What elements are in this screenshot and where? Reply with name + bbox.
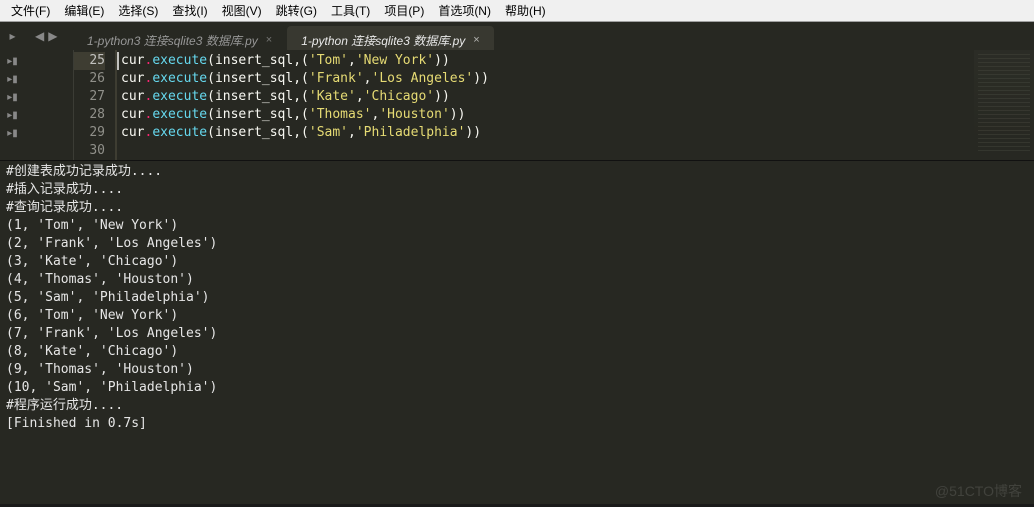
menu-tools[interactable]: 工具(T) <box>324 0 377 21</box>
menu-edit[interactable]: 编辑(E) <box>57 0 111 21</box>
line-number: 30 <box>74 142 105 160</box>
line-number: 27 <box>74 88 105 106</box>
menu-view[interactable]: 视图(V) <box>215 0 269 21</box>
menu-help[interactable]: 帮助(H) <box>498 0 553 21</box>
menu-file[interactable]: 文件(F) <box>4 0 57 21</box>
tab-label: 1-python 连接sqlite3 数据库.py <box>301 32 465 49</box>
minimap[interactable] <box>974 50 1034 158</box>
side-strip <box>25 50 73 160</box>
line-number: 28 <box>74 106 105 124</box>
tab-label: 1-python3 连接sqlite3 数据库.py <box>87 32 258 49</box>
line-number: 29 <box>74 124 105 142</box>
tab-row: ▸ ◀ ▶ 1-python3 连接sqlite3 数据库.py × 1-pyt… <box>0 22 1034 50</box>
folder-expand-icon[interactable]: ▸▮ <box>0 70 25 88</box>
close-icon[interactable]: × <box>473 34 479 46</box>
nav-arrows: ◀ ▶ <box>25 29 73 43</box>
menu-find[interactable]: 查找(I) <box>165 0 214 21</box>
sidebar-toggle-icon[interactable]: ▸ <box>0 22 25 50</box>
menu-project[interactable]: 项目(P) <box>377 0 431 21</box>
line-number: 25 <box>74 52 105 70</box>
code-line[interactable]: cur.execute(insert_sql,('Sam','Philadelp… <box>121 124 1034 142</box>
nav-back-icon[interactable]: ◀ <box>35 29 44 43</box>
code-editor[interactable]: cur.execute(insert_sql,('Tom','New York'… <box>115 50 1034 160</box>
folder-expand-icon[interactable]: ▸▮ <box>0 52 25 70</box>
tab-file-1[interactable]: 1-python3 连接sqlite3 数据库.py × <box>73 26 286 50</box>
tabs: 1-python3 连接sqlite3 数据库.py × 1-python 连接… <box>73 22 495 50</box>
line-number-gutter: 252627282930 <box>73 50 115 160</box>
folder-expand-icon[interactable]: ▸▮ <box>0 88 25 106</box>
code-line[interactable] <box>121 142 1034 160</box>
code-line[interactable]: cur.execute(insert_sql,('Frank','Los Ang… <box>121 70 1034 88</box>
folder-expand-icon[interactable]: ▸▮ <box>0 106 25 124</box>
tab-file-2[interactable]: 1-python 连接sqlite3 数据库.py × <box>287 26 494 50</box>
watermark: @51CTO博客 <box>935 481 1022 501</box>
code-line[interactable]: cur.execute(insert_sql,('Thomas','Housto… <box>121 106 1034 124</box>
code-line[interactable]: cur.execute(insert_sql,('Kate','Chicago'… <box>121 88 1034 106</box>
editor-area: ▸▮ ▸▮ ▸▮ ▸▮ ▸▮ 252627282930 cur.execute(… <box>0 50 1034 160</box>
output-console[interactable]: #创建表成功记录成功.... #插入记录成功.... #查询记录成功.... (… <box>0 160 1034 439</box>
project-folder-column[interactable]: ▸▮ ▸▮ ▸▮ ▸▮ ▸▮ <box>0 50 25 160</box>
nav-forward-icon[interactable]: ▶ <box>48 29 57 43</box>
menu-select[interactable]: 选择(S) <box>111 0 165 21</box>
menu-goto[interactable]: 跳转(G) <box>269 0 324 21</box>
menu-bar: 文件(F) 编辑(E) 选择(S) 查找(I) 视图(V) 跳转(G) 工具(T… <box>0 0 1034 22</box>
close-icon[interactable]: × <box>266 34 272 46</box>
line-number: 26 <box>74 70 105 88</box>
code-line[interactable]: cur.execute(insert_sql,('Tom','New York'… <box>117 52 1034 70</box>
folder-expand-icon[interactable]: ▸▮ <box>0 124 25 142</box>
menu-prefs[interactable]: 首选项(N) <box>431 0 498 21</box>
